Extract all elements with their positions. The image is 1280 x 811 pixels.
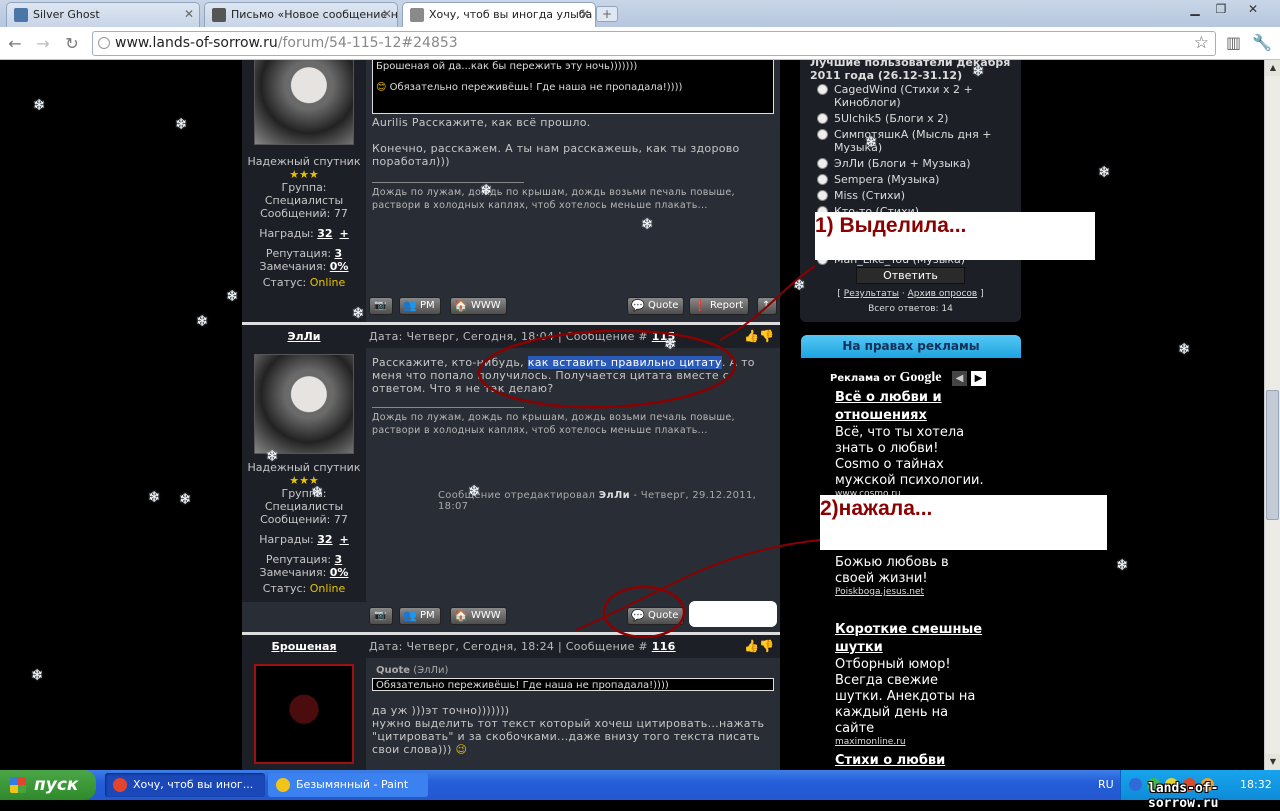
mail-icon	[212, 8, 226, 22]
annotation-overlay	[477, 265, 821, 639]
url-path: /forum/54-115-12#24853	[277, 35, 458, 51]
close-icon[interactable]: ✕	[184, 7, 194, 21]
close-icon[interactable]: ✕	[580, 7, 590, 21]
bookmark-star-icon[interactable]: ☆	[1194, 33, 1209, 53]
forward-icon[interactable]: →	[32, 33, 54, 55]
tab-silver-ghost[interactable]: Silver Ghost ✕	[6, 2, 200, 27]
tab-title: Хочу, чтоб вы иногда улыба	[429, 8, 593, 21]
site-watermark: lands-of-sorrow.ru	[1148, 781, 1219, 811]
address-bar[interactable]: www.lands-of-sorrow.ru/forum/54-115-12#2…	[92, 31, 1216, 56]
annotation-note: 2)нажала...	[820, 495, 1107, 550]
vk-icon	[14, 8, 28, 22]
minimize-icon[interactable]: ▁	[1182, 0, 1208, 18]
taskbar: пуск Хочу, чтоб вы иног... Безымянный - …	[0, 770, 1280, 800]
tab-title: Письмо «Новое сообщение н	[231, 8, 398, 21]
start-button[interactable]: пуск	[0, 770, 96, 800]
tab-mail[interactable]: Письмо «Новое сообщение н ✕	[204, 2, 398, 27]
language-indicator[interactable]: RU	[1098, 778, 1114, 791]
wrench-icon[interactable]: 🔧	[1252, 33, 1272, 52]
restore-icon[interactable]: ❐	[1208, 0, 1234, 18]
browser-tab-strip: Silver Ghost ✕ Письмо «Новое сообщение н…	[0, 0, 1280, 27]
extensions-icon[interactable]: ▥	[1226, 33, 1241, 52]
taskbar-item-chrome[interactable]: Хочу, чтоб вы иног...	[105, 773, 265, 797]
paint-icon	[276, 778, 290, 792]
start-label: пуск	[34, 775, 79, 795]
tab-forum[interactable]: Хочу, чтоб вы иногда улыба ✕	[402, 2, 596, 27]
tray-arrow-icon[interactable]	[1129, 778, 1142, 791]
taskbar-item-label: Хочу, чтоб вы иног...	[133, 778, 254, 791]
page-scrollbar[interactable]: ▲ ▼	[1264, 60, 1280, 770]
scroll-thumb[interactable]	[1266, 390, 1279, 520]
page-icon	[98, 37, 110, 49]
scroll-up-icon[interactable]: ▲	[1265, 60, 1280, 76]
chrome-icon	[113, 778, 127, 792]
reload-icon[interactable]: ↻	[61, 33, 83, 55]
tab-title: Silver Ghost	[33, 8, 100, 21]
taskbar-item-label: Безымянный - Paint	[296, 778, 409, 791]
back-icon[interactable]: ←	[4, 33, 26, 55]
scroll-down-icon[interactable]: ▼	[1265, 754, 1280, 770]
window-close-icon[interactable]: ✕	[1240, 0, 1266, 18]
browser-toolbar: ← → ↻ www.lands-of-sorrow.ru/forum/54-11…	[0, 27, 1280, 60]
close-icon[interactable]: ✕	[382, 7, 392, 21]
taskbar-item-paint[interactable]: Безымянный - Paint	[268, 773, 428, 797]
site-icon	[410, 8, 424, 22]
new-tab-button[interactable]: +	[596, 6, 618, 22]
annotation-note: 1) Выделила...	[815, 212, 1095, 260]
url-domain: www.lands-of-sorrow.ru	[115, 35, 278, 51]
windows-logo-icon	[10, 777, 26, 793]
page-viewport: Надежный спутник ★★★ Группа: Специалисты…	[0, 60, 1264, 770]
